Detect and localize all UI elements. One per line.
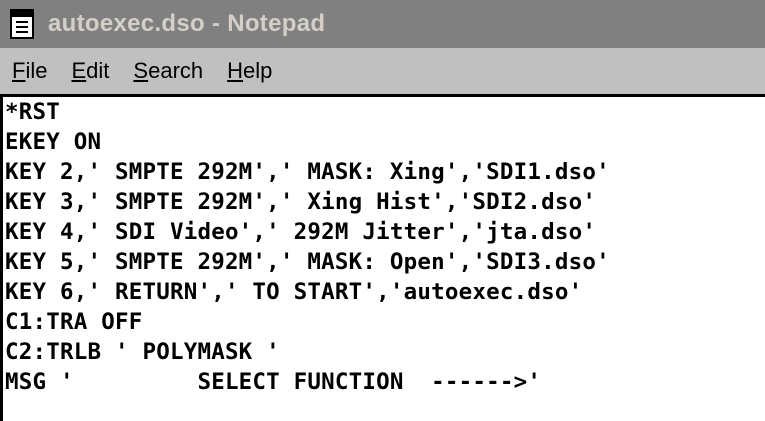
editor-line: C1:TRA OFF	[5, 309, 143, 335]
text-editor-area[interactable]: *RST EKEY ON KEY 2,' SMPTE 292M',' MASK:…	[0, 94, 765, 421]
menu-help-mnemonic: H	[227, 58, 244, 83]
menu-search-mnemonic: S	[133, 58, 149, 83]
notepad-window: autoexec.dso - Notepad File Edit Search …	[0, 0, 765, 421]
menu-edit-mnemonic: E	[71, 58, 87, 83]
editor-line: MSG ' SELECT FUNCTION ------>'	[5, 369, 542, 395]
menu-bar: File Edit Search Help	[0, 48, 765, 94]
editor-line: EKEY ON	[5, 129, 102, 155]
editor-line: KEY 5,' SMPTE 292M',' MASK: Open','SDI3.…	[5, 249, 610, 275]
title-bar[interactable]: autoexec.dso - Notepad	[0, 0, 765, 48]
editor-line: KEY 4,' SDI Video',' 292M Jitter','jta.d…	[5, 219, 597, 245]
editor-line: KEY 6,' RETURN',' TO START','autoexec.ds…	[5, 279, 583, 305]
menu-file-label: ile	[25, 58, 48, 83]
editor-line: KEY 3,' SMPTE 292M',' Xing Hist','SDI2.d…	[5, 189, 597, 215]
menu-file-mnemonic: F	[12, 58, 26, 83]
window-title: autoexec.dso - Notepad	[48, 10, 326, 37]
menu-search[interactable]: Search	[133, 58, 203, 84]
menu-edit-label: dit	[86, 58, 110, 83]
editor-line: *RST	[5, 99, 60, 125]
menu-file[interactable]: File	[12, 58, 47, 84]
menu-edit[interactable]: Edit	[71, 58, 109, 84]
menu-search-label: earch	[148, 58, 204, 83]
menu-help[interactable]: Help	[227, 58, 272, 84]
notepad-icon[interactable]	[10, 9, 34, 39]
menu-help-label: elp	[243, 58, 273, 83]
editor-line: C2:TRLB ' POLYMASK '	[5, 339, 280, 365]
editor-line: KEY 2,' SMPTE 292M',' MASK: Xing','SDI1.…	[5, 159, 610, 185]
